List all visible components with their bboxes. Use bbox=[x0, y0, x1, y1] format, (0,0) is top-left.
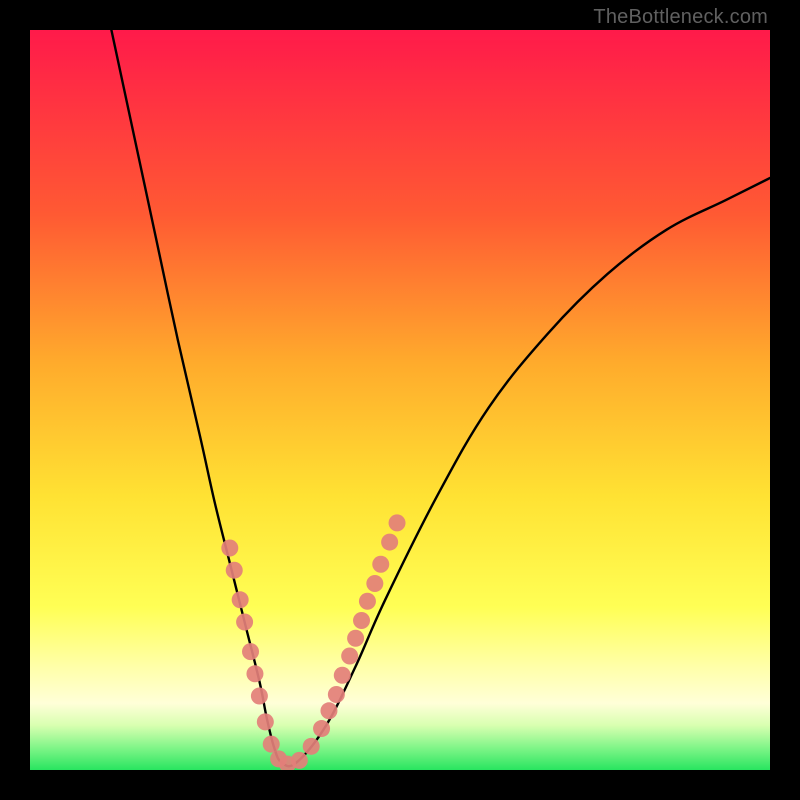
marker-dot bbox=[303, 738, 320, 755]
marker-dot bbox=[389, 514, 406, 531]
marker-dot bbox=[232, 591, 249, 608]
marker-dot bbox=[291, 752, 308, 769]
marker-dot bbox=[341, 648, 358, 665]
marker-dot bbox=[263, 736, 280, 753]
marker-dot bbox=[236, 614, 253, 631]
marker-dot bbox=[359, 593, 376, 610]
marker-dot bbox=[347, 630, 364, 647]
gradient-background bbox=[30, 30, 770, 770]
marker-dot bbox=[226, 562, 243, 579]
marker-dot bbox=[381, 534, 398, 551]
watermark-text: TheBottleneck.com bbox=[593, 6, 768, 29]
marker-dot bbox=[320, 702, 337, 719]
marker-dot bbox=[366, 575, 383, 592]
marker-dot bbox=[313, 720, 330, 737]
marker-dot bbox=[242, 643, 259, 660]
marker-dot bbox=[353, 612, 370, 629]
marker-dot bbox=[334, 667, 351, 684]
marker-dot bbox=[221, 540, 238, 557]
marker-dot bbox=[328, 686, 345, 703]
chart-frame: TheBottleneck.com bbox=[0, 0, 800, 800]
marker-dot bbox=[372, 556, 389, 573]
plot-area bbox=[30, 30, 770, 770]
chart-svg bbox=[30, 30, 770, 770]
marker-dot bbox=[251, 688, 268, 705]
marker-dot bbox=[257, 713, 274, 730]
marker-dot bbox=[246, 665, 263, 682]
